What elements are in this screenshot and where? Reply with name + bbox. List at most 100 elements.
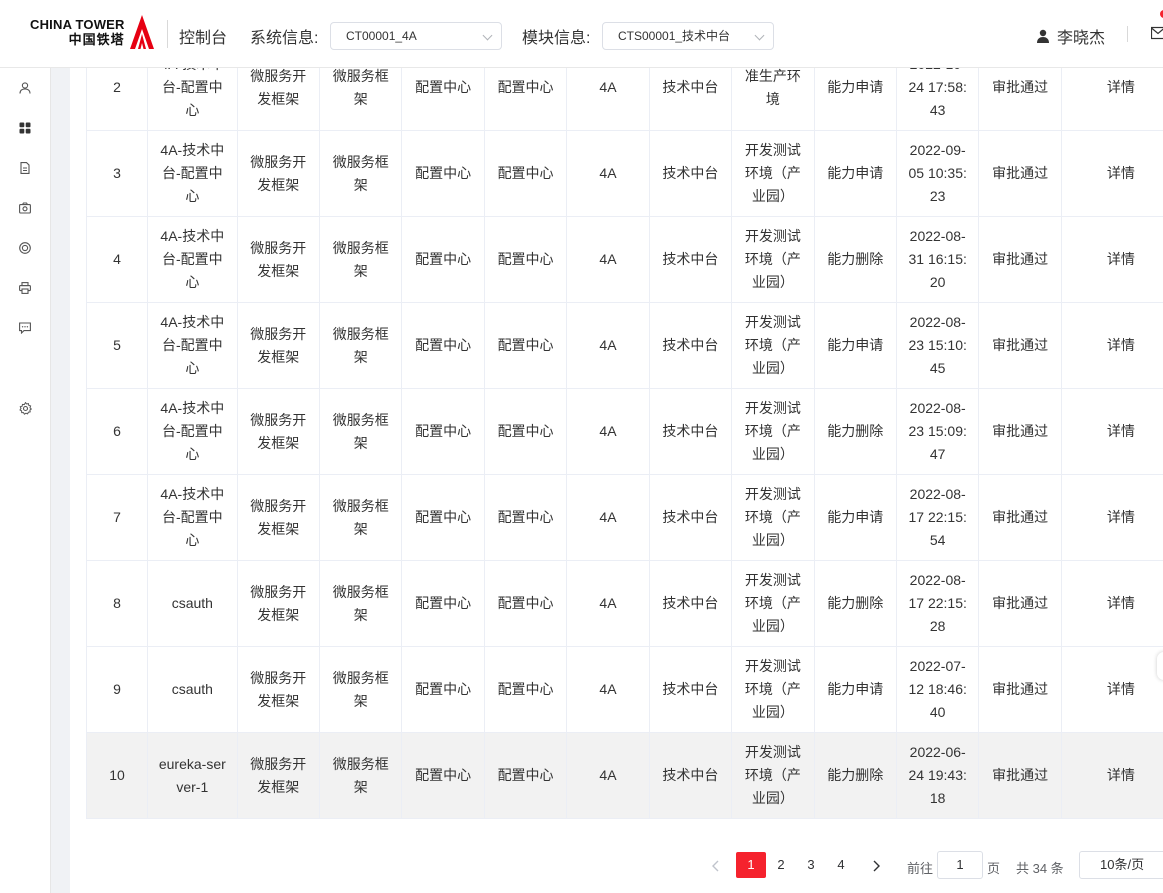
cell-type: 能力删除 bbox=[813, 732, 897, 819]
cell-type: 能力删除 bbox=[813, 388, 897, 475]
cell-c1: 配置中心 bbox=[401, 474, 485, 561]
cell-no: 5 bbox=[85, 302, 149, 389]
cell-cat: 微服务框架 bbox=[319, 216, 403, 303]
cell-status: 审批通过 bbox=[978, 646, 1062, 733]
cell-c2: 配置中心 bbox=[483, 646, 568, 733]
cell-cat: 微服务框架 bbox=[319, 302, 403, 389]
cell-env: 开发测试环境（产业园） bbox=[731, 646, 815, 733]
detail-link[interactable]: 详情 bbox=[1060, 560, 1163, 647]
tower-logo-icon bbox=[129, 15, 154, 49]
cell-time: 2022-07-12 18:46:40 bbox=[895, 646, 980, 733]
page-size-value: 10条/页 bbox=[1100, 857, 1145, 872]
page-4-button[interactable]: 4 bbox=[826, 852, 856, 878]
main-content: 24A-技术中台-配置中心微服务开发框架微服务框架配置中心配置中心4A技术中台准… bbox=[70, 44, 1163, 893]
cell-name: 4A-技术中台-配置中心 bbox=[147, 302, 238, 389]
cell-name: 4A-技术中台-配置中心 bbox=[147, 130, 238, 217]
cell-framework: 微服务开发框架 bbox=[236, 130, 321, 217]
cell-c1: 配置中心 bbox=[401, 130, 485, 217]
cell-env: 开发测试环境（产业园） bbox=[731, 216, 815, 303]
table-row: 5 4A-技术中台-配置中心 微服务开发框架 微服务框架 配置中心 配置中心 4A 技术中台开… bbox=[85, 302, 1163, 389]
system-select[interactable]: CT00001_4A bbox=[330, 22, 502, 50]
cell-c2: 配置中心 bbox=[483, 388, 568, 475]
target-icon[interactable] bbox=[18, 241, 32, 255]
cell-env: 开发测试环境（产业园） bbox=[731, 732, 815, 819]
cell-env: 开发测试环境（产业园） bbox=[731, 388, 815, 475]
cell-cat: 微服务框架 bbox=[319, 130, 403, 217]
chevron-down-icon bbox=[754, 30, 765, 41]
system-info-label: 系统信息: bbox=[250, 30, 319, 47]
document-icon[interactable] bbox=[18, 161, 32, 175]
cell-c1: 配置中心 bbox=[401, 216, 485, 303]
cell-framework: 微服务开发框架 bbox=[236, 732, 321, 819]
cell-sys: 4A bbox=[566, 130, 650, 217]
page-unit-label: 页 bbox=[987, 861, 1001, 876]
cell-env: 开发测试环境（产业园） bbox=[731, 474, 815, 561]
cell-name: csauth bbox=[147, 560, 238, 647]
settings-icon[interactable] bbox=[18, 401, 32, 415]
cell-status: 审批通过 bbox=[978, 302, 1062, 389]
system-select-value: CT00001_4A bbox=[346, 29, 417, 43]
cell-c1: 配置中心 bbox=[401, 646, 485, 733]
cell-type: 能力申请 bbox=[813, 130, 897, 217]
grid-icon[interactable] bbox=[18, 121, 32, 135]
cell-platform: 技术中台 bbox=[648, 388, 733, 475]
message-icon[interactable] bbox=[18, 321, 32, 335]
console-title[interactable]: 控制台 bbox=[179, 24, 227, 48]
detail-link[interactable]: 详情 bbox=[1060, 130, 1163, 217]
page-1-button[interactable]: 1 bbox=[736, 852, 766, 878]
detail-link[interactable]: 详情 bbox=[1060, 474, 1163, 561]
cell-status: 审批通过 bbox=[978, 732, 1062, 819]
top-header: CHINA TOWER 中国铁塔 控制台 系统信息: CT00001_4A 模块… bbox=[0, 0, 1163, 68]
detail-link[interactable]: 详情 bbox=[1060, 646, 1163, 733]
cell-time: 2022-06-24 19:43:18 bbox=[895, 732, 980, 819]
mail-icon[interactable] bbox=[1151, 26, 1163, 40]
cell-no: 3 bbox=[85, 130, 149, 217]
header-divider bbox=[167, 20, 168, 48]
cell-no: 8 bbox=[85, 560, 149, 647]
module-select[interactable]: CTS00001_技术中台 bbox=[602, 22, 774, 50]
table-row: 9 csauth 微服务开发框架 微服务框架 配置中心 配置中心 4A 技术中台 开发测试环境（… bbox=[85, 646, 1163, 733]
cell-platform: 技术中台 bbox=[648, 216, 733, 303]
logo-cn-text: 中国铁塔 bbox=[68, 32, 125, 47]
cell-no: 6 bbox=[85, 388, 149, 475]
cell-c1: 配置中心 bbox=[401, 732, 485, 819]
scroll-tab[interactable] bbox=[1157, 652, 1163, 680]
page-size-select[interactable]: 10条/页 bbox=[1079, 851, 1163, 879]
cell-sys: 4A bbox=[566, 732, 650, 819]
printer-icon[interactable] bbox=[18, 281, 32, 295]
cell-type: 能力申请 bbox=[813, 474, 897, 561]
records-table: 24A-技术中台-配置中心微服务开发框架微服务框架配置中心配置中心4A技术中台准… bbox=[85, 44, 1163, 819]
goto-page-input[interactable]: 1 bbox=[937, 851, 983, 879]
cell-platform: 技术中台 bbox=[648, 560, 733, 647]
detail-link[interactable]: 详情 bbox=[1060, 216, 1163, 303]
cell-c1: 配置中心 bbox=[401, 302, 485, 389]
chevron-left-icon[interactable] bbox=[708, 858, 724, 874]
cell-c2: 配置中心 bbox=[483, 216, 568, 303]
cell-type: 能力删除 bbox=[813, 216, 897, 303]
cell-c2: 配置中心 bbox=[483, 732, 568, 819]
left-sidebar bbox=[0, 68, 51, 893]
cell-no: 4 bbox=[85, 216, 149, 303]
cell-status: 审批通过 bbox=[978, 560, 1062, 647]
user-icon[interactable] bbox=[18, 81, 32, 95]
logo-en-text: CHINA TOWER bbox=[30, 17, 125, 32]
user-menu[interactable]: 李晓杰 bbox=[1036, 24, 1105, 48]
china-tower-logo[interactable]: CHINA TOWER 中国铁塔 bbox=[30, 12, 155, 52]
page-3-button[interactable]: 3 bbox=[796, 852, 826, 878]
table-row: 3 4A-技术中台-配置中心 微服务开发框架 微服务框架 配置中心 配置中心 4A 技术中台开… bbox=[85, 130, 1163, 217]
cell-cat: 微服务框架 bbox=[319, 474, 403, 561]
cell-c2: 配置中心 bbox=[483, 474, 568, 561]
cell-no: 10 bbox=[85, 732, 149, 819]
detail-link[interactable]: 详情 bbox=[1060, 388, 1163, 475]
user-icon bbox=[1037, 29, 1049, 43]
header-divider-2 bbox=[1127, 26, 1128, 42]
cell-framework: 微服务开发框架 bbox=[236, 474, 321, 561]
chevron-right-icon[interactable] bbox=[868, 858, 884, 874]
page-2-button[interactable]: 2 bbox=[766, 852, 796, 878]
detail-link[interactable]: 详情 bbox=[1060, 732, 1163, 819]
cell-platform: 技术中台 bbox=[648, 474, 733, 561]
table-row: 6 4A-技术中台-配置中心 微服务开发框架 微服务框架 配置中心 配置中心 4A 技术中台开… bbox=[85, 388, 1163, 475]
detail-link[interactable]: 详情 bbox=[1060, 302, 1163, 389]
camera-icon[interactable] bbox=[18, 201, 32, 215]
cell-cat: 微服务框架 bbox=[319, 732, 403, 819]
